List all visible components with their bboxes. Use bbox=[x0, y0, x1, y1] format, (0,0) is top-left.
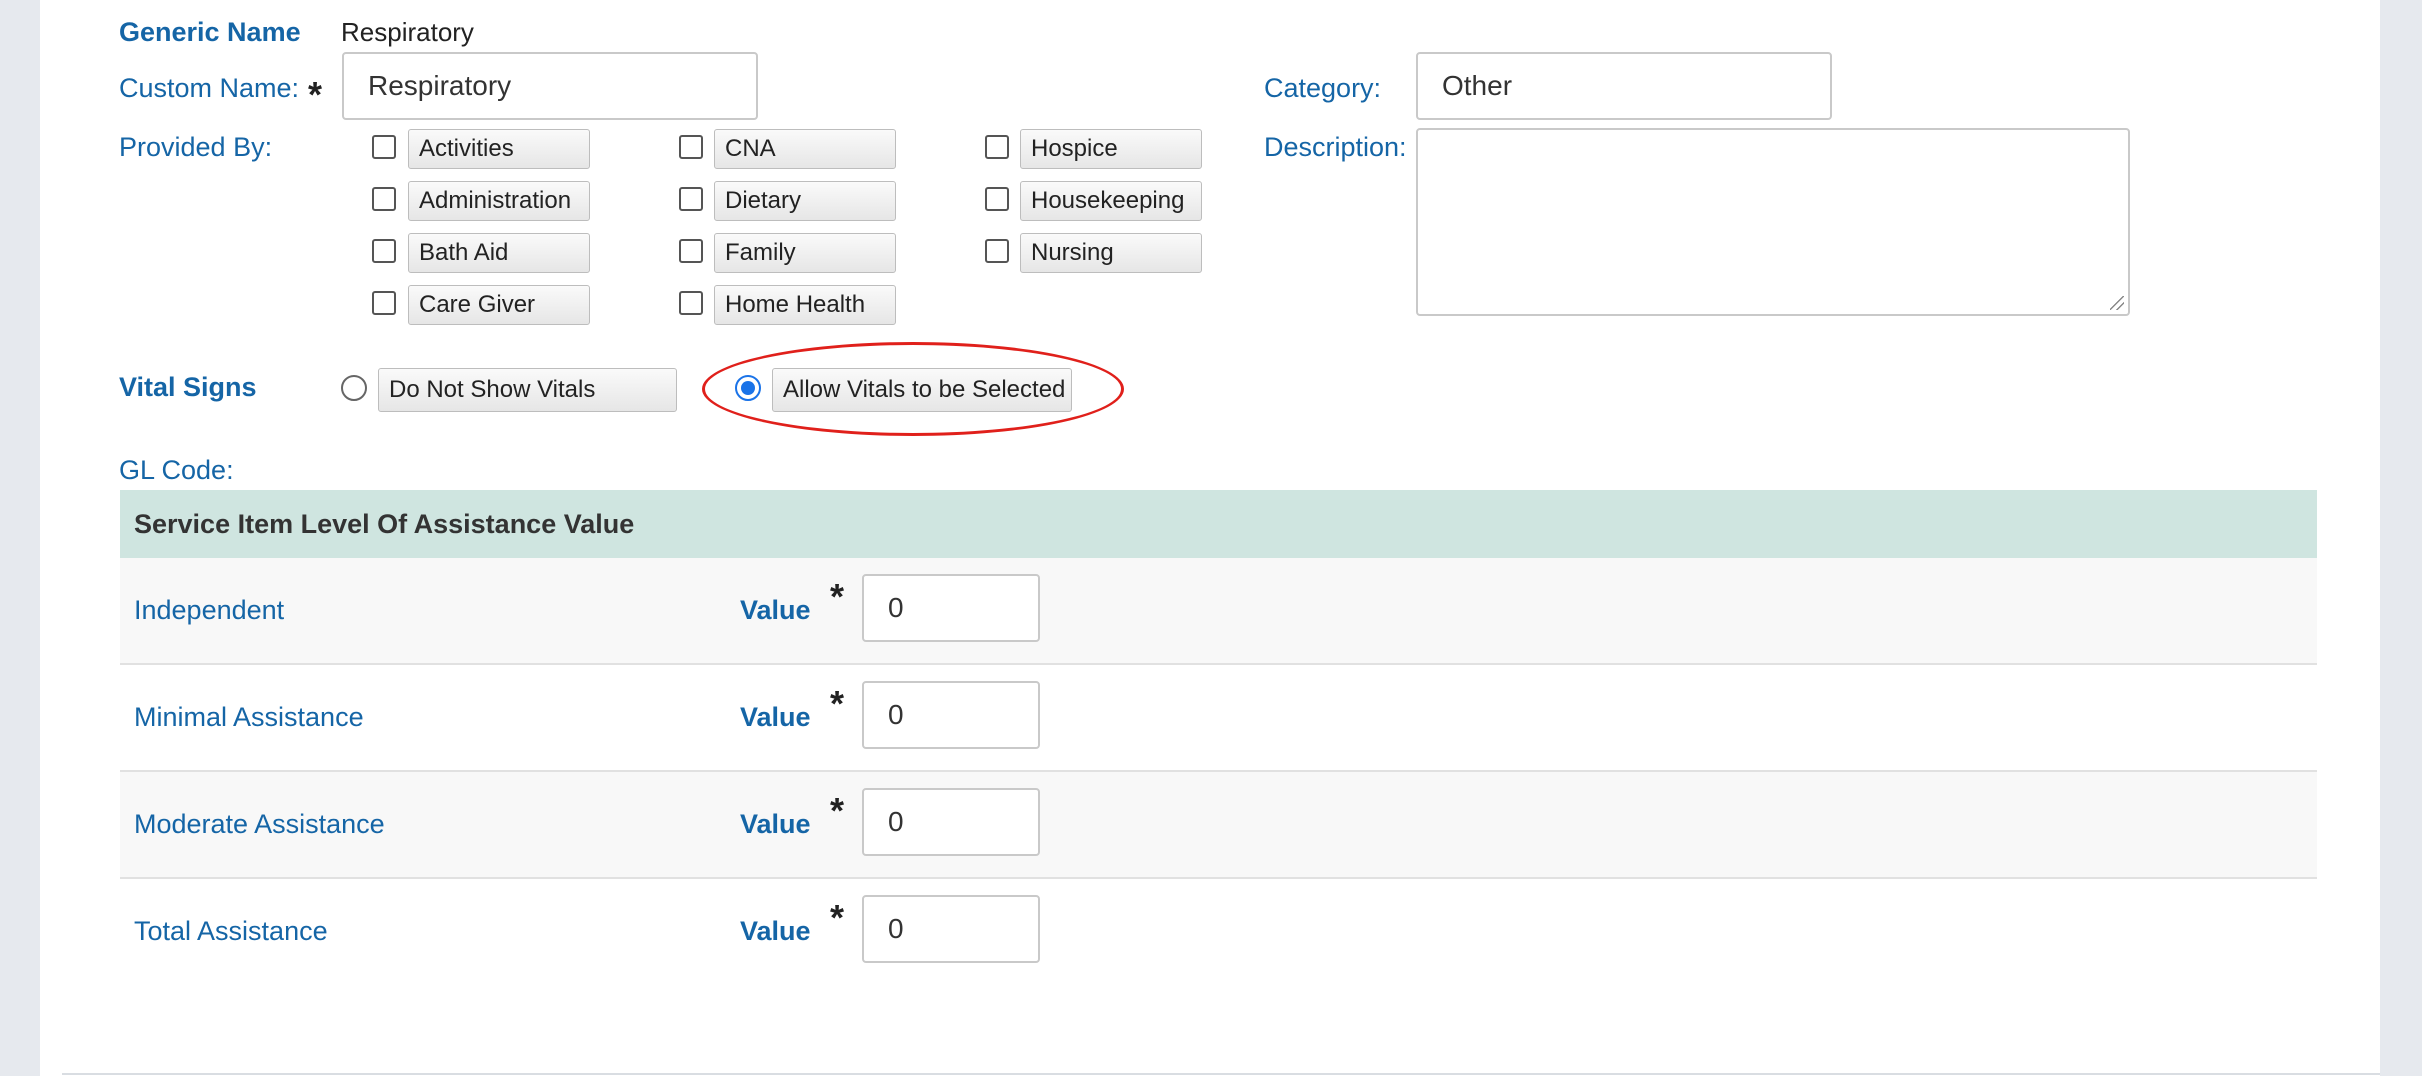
checkbox-home-health[interactable] bbox=[679, 291, 703, 315]
checkbox-cna[interactable] bbox=[679, 135, 703, 159]
checkbox-housekeeping[interactable] bbox=[985, 187, 1009, 211]
checkbox-hospice[interactable] bbox=[985, 135, 1009, 159]
category-label: Category: bbox=[1264, 73, 1382, 103]
provider-chip-home-health[interactable]: Home Health bbox=[714, 285, 896, 325]
table-row: Independent Value * 0 bbox=[120, 558, 2317, 665]
checkbox-activities[interactable] bbox=[372, 135, 396, 159]
footer-divider bbox=[62, 1073, 2380, 1075]
row-name-total-assistance: Total Assistance bbox=[134, 916, 328, 946]
row-name-independent: Independent bbox=[134, 595, 285, 625]
description-label: Description: bbox=[1264, 132, 1407, 162]
required-asterisk: * bbox=[830, 790, 845, 831]
provider-chip-care-giver[interactable]: Care Giver bbox=[408, 285, 590, 325]
provider-chip-cna[interactable]: CNA bbox=[714, 129, 896, 169]
value-input-independent[interactable]: 0 bbox=[862, 574, 1040, 642]
row-name-minimal-assistance: Minimal Assistance bbox=[134, 702, 364, 732]
checkbox-administration[interactable] bbox=[372, 187, 396, 211]
resize-grip-icon[interactable] bbox=[2110, 296, 2124, 310]
value-label: Value bbox=[740, 809, 811, 839]
checkbox-family[interactable] bbox=[679, 239, 703, 263]
generic-name-label: Generic Name bbox=[119, 17, 301, 47]
vital-signs-label: Vital Signs bbox=[119, 372, 257, 402]
value-input-minimal-assistance[interactable]: 0 bbox=[862, 681, 1040, 749]
checkbox-care-giver[interactable] bbox=[372, 291, 396, 315]
value-label: Value bbox=[740, 595, 811, 625]
value-input-total-assistance[interactable]: 0 bbox=[862, 895, 1040, 963]
required-asterisk: * bbox=[830, 683, 845, 724]
table-row: Minimal Assistance Value * 0 bbox=[120, 665, 2317, 772]
required-asterisk: * bbox=[308, 74, 323, 115]
custom-name-label: Custom Name: bbox=[119, 73, 300, 103]
checkbox-nursing[interactable] bbox=[985, 239, 1009, 263]
checkbox-bath-aid[interactable] bbox=[372, 239, 396, 263]
checkbox-dietary[interactable] bbox=[679, 187, 703, 211]
required-asterisk: * bbox=[830, 576, 845, 617]
assistance-value-table: Service Item Level Of Assistance Value I… bbox=[120, 490, 2317, 984]
value-label: Value bbox=[740, 916, 811, 946]
highlight-annotation-ellipse bbox=[702, 342, 1124, 436]
table-row: Total Assistance Value * 0 bbox=[120, 879, 2317, 984]
custom-name-input[interactable]: Respiratory bbox=[342, 52, 758, 120]
gl-code-label: GL Code: bbox=[119, 455, 234, 485]
description-textarea[interactable] bbox=[1416, 128, 2130, 316]
provider-chip-housekeeping[interactable]: Housekeeping bbox=[1020, 181, 1202, 221]
generic-name-value: Respiratory bbox=[341, 17, 474, 47]
provider-chip-family[interactable]: Family bbox=[714, 233, 896, 273]
provider-chip-activities[interactable]: Activities bbox=[408, 129, 590, 169]
value-label: Value bbox=[740, 702, 811, 732]
value-input-moderate-assistance[interactable]: 0 bbox=[862, 788, 1040, 856]
provider-chip-bath-aid[interactable]: Bath Aid bbox=[408, 233, 590, 273]
table-row: Moderate Assistance Value * 0 bbox=[120, 772, 2317, 879]
row-name-moderate-assistance: Moderate Assistance bbox=[134, 809, 385, 839]
radio-do-not-show-vitals[interactable] bbox=[341, 375, 367, 401]
provider-chip-administration[interactable]: Administration bbox=[408, 181, 590, 221]
category-input[interactable]: Other bbox=[1416, 52, 1832, 120]
vital-option-do-not-show[interactable]: Do Not Show Vitals bbox=[378, 368, 677, 412]
provided-by-label: Provided By: bbox=[119, 132, 273, 162]
provider-chip-hospice[interactable]: Hospice bbox=[1020, 129, 1202, 169]
provider-chip-nursing[interactable]: Nursing bbox=[1020, 233, 1202, 273]
provider-chip-dietary[interactable]: Dietary bbox=[714, 181, 896, 221]
required-asterisk: * bbox=[830, 897, 845, 938]
table-header: Service Item Level Of Assistance Value bbox=[120, 490, 2317, 558]
